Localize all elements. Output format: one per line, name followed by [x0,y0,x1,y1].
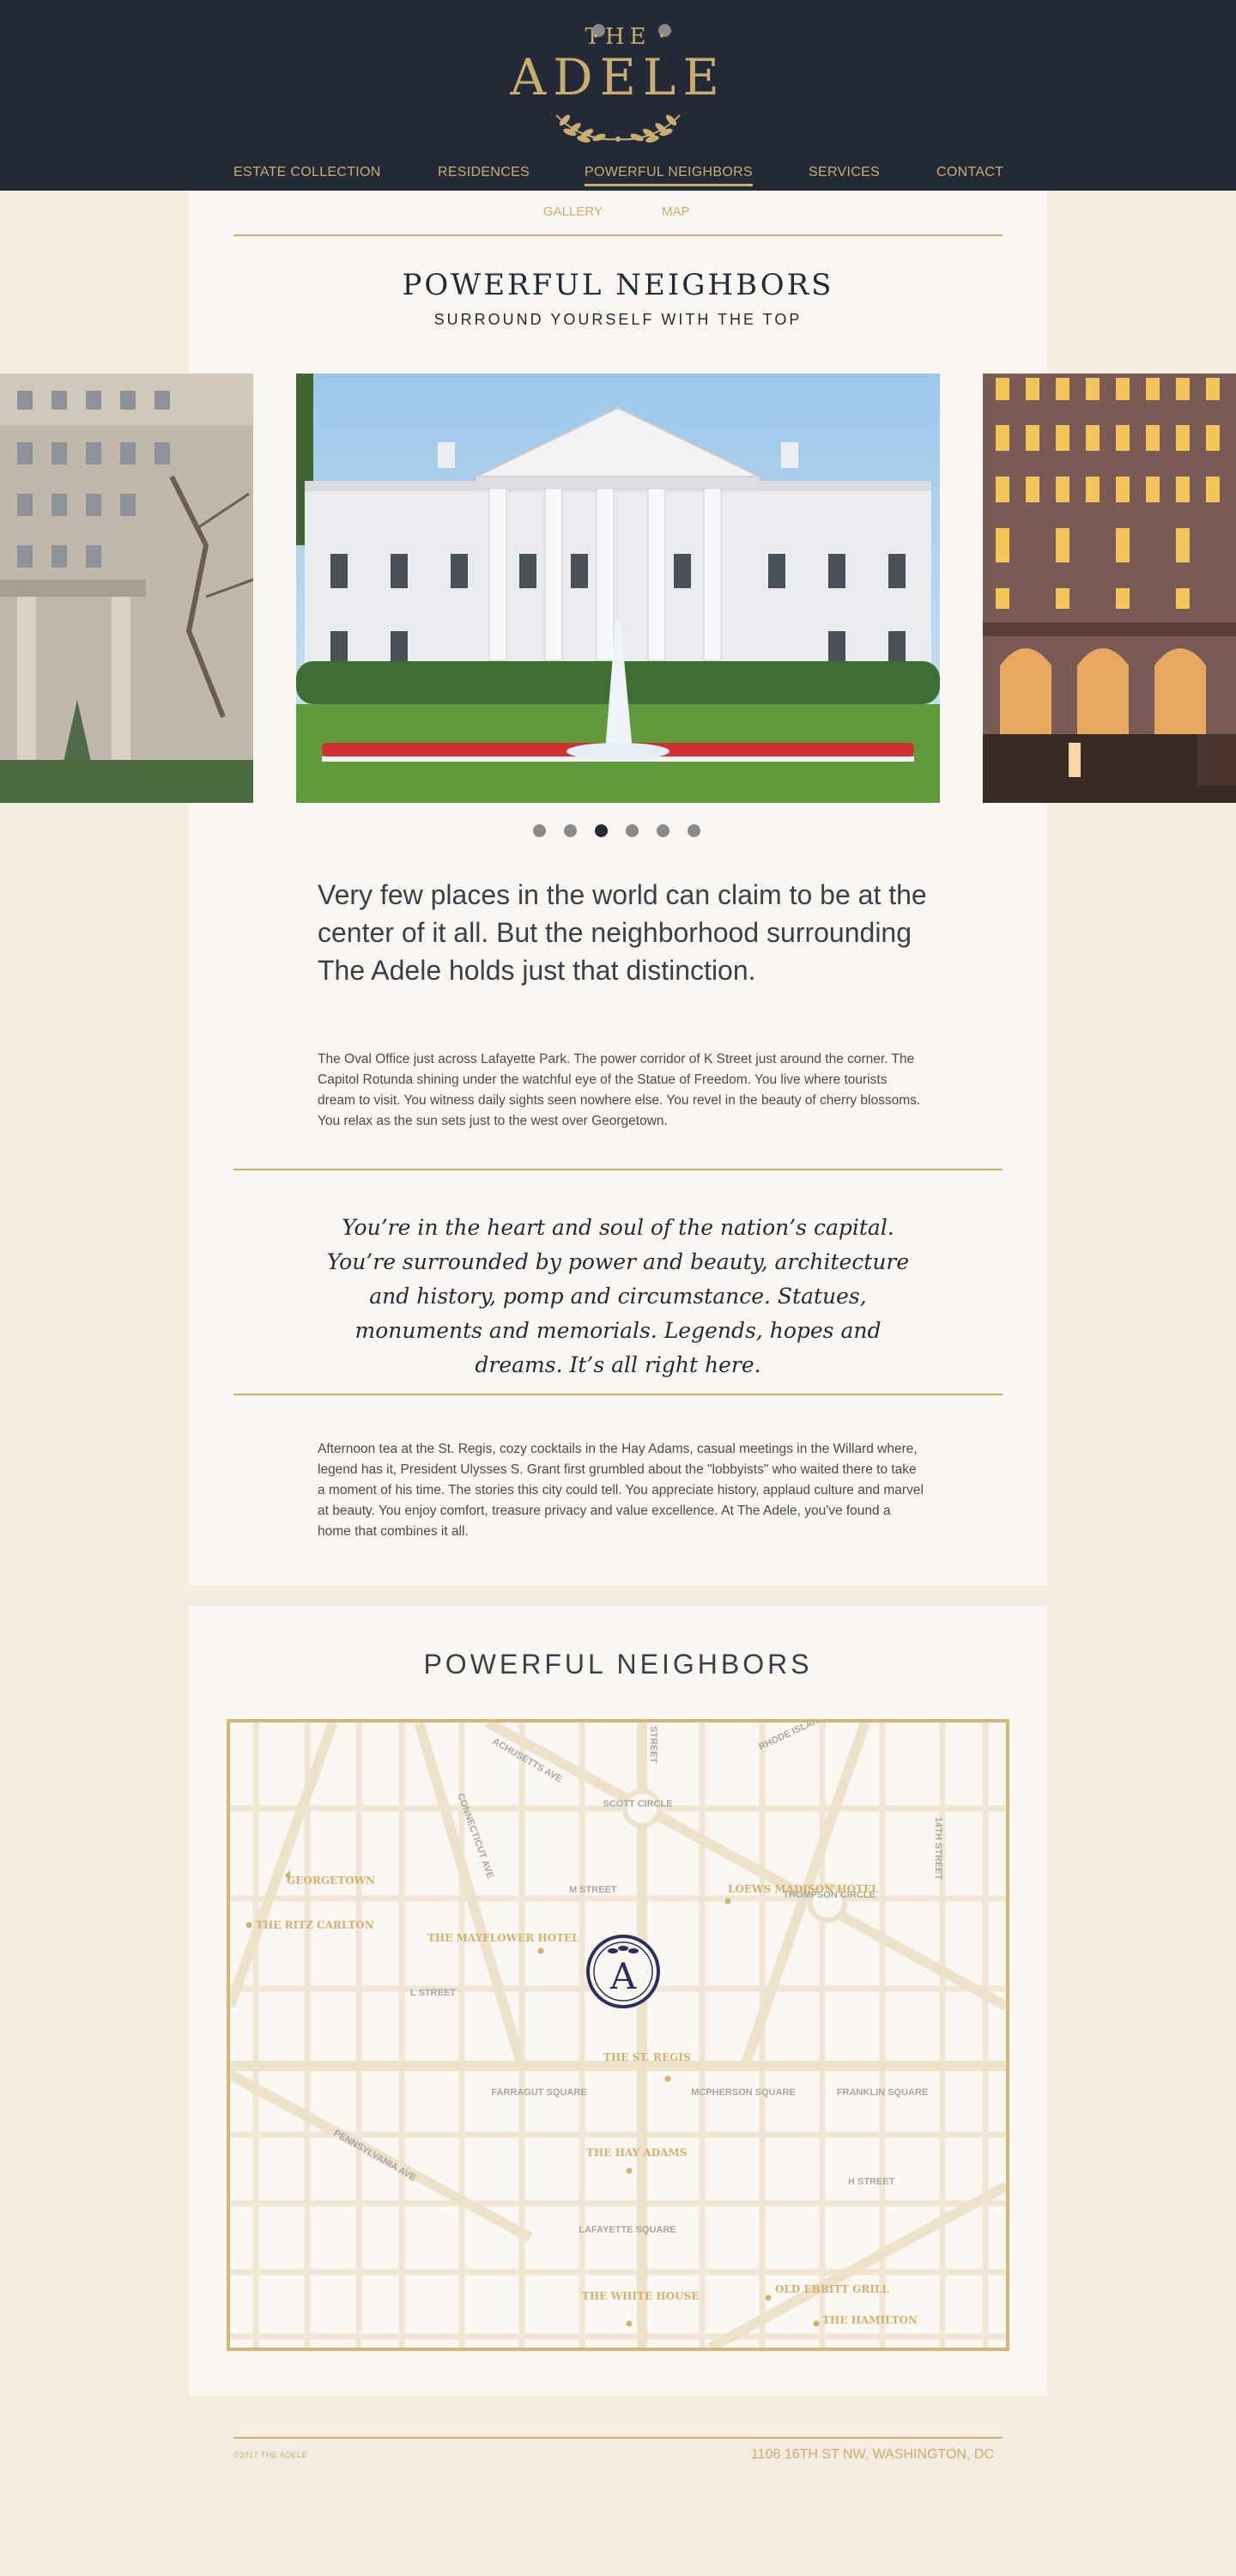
carousel-dot-active[interactable] [595,824,608,837]
carousel-slide-current[interactable] [296,374,940,803]
carousel-slide-next[interactable] [983,374,1236,803]
place-old-ebbitt: OLD EBBITT GRILL [775,2283,889,2295]
white-house-image [296,374,940,803]
hotel-night-image [983,374,1236,803]
marker-letter: A [609,1955,637,1997]
place-white-house: THE WHITE HOUSE [582,2290,699,2302]
copyright: ©2017 THE ADELE [233,2451,308,2459]
neighborhood-map[interactable]: ACHUSETTS AVE RHODE ISLAND STREET SCOTT … [227,1719,1009,2351]
nav-estate-collection[interactable]: ESTATE COLLECTION [233,165,381,180]
footer-address: 1108 16TH ST NW, WASHINGTON, DC [750,2447,994,2462]
carousel-dots [0,824,1236,838]
street-14th: 14TH STREET [933,1817,943,1880]
place-georgetown: GEORGETOWN [287,1874,375,1886]
place-dot [245,1922,252,1929]
street-rhode-island: RHODE ISLAND [757,1722,827,1753]
label-farragut: FARRAGUT SQUARE [491,2087,586,2098]
carousel-dot[interactable] [533,824,546,837]
hotel-facade-image [0,374,253,803]
place-ritz: THE RITZ CARLTON [256,1919,374,1931]
map-card: POWERFUL NEIGHBORS ACHUSETTS AVE RHODE I… [189,1606,1047,2396]
site-header: • THE • ADELE ESTATE COLLECTION RESIDENC… [0,0,1236,191]
subnav-gallery[interactable]: GALLERY [543,204,603,219]
main-nav: ESTATE COLLECTION RESIDENCES POWERFUL NE… [0,165,1236,191]
footer-divider [233,2437,1003,2439]
label-scott-circle: SCOTT CIRCLE [603,1799,672,1809]
place-dot [813,2320,820,2327]
body-paragraph-2: Afternoon tea at the St. Regis, cozy coc… [318,1442,924,1539]
lead-paragraph: Very few places in the world can claim t… [318,879,927,986]
label-lafayette: LAFAYETTE SQUARE [579,2225,676,2235]
street-m: M STREET [569,1885,617,1895]
page-subtitle: SURROUND YOURSELF WITH THE TOP [433,311,803,328]
street-l: L STREET [410,1988,456,1998]
place-dot [765,2294,772,2301]
place-st-regis: THE ST. REGIS [603,2051,691,2063]
carousel-slide-prev[interactable] [0,374,253,803]
carousel-dot[interactable] [564,824,577,837]
logo[interactable]: • THE • ADELE [0,24,1236,144]
subnav-map[interactable]: MAP [662,204,690,219]
adele-location-marker[interactable]: A [586,1935,660,2008]
place-dot [664,2075,671,2082]
pull-quote: You’re in the heart and soul of the nati… [326,1215,910,1377]
place-dot [724,1898,731,1905]
map-graphic: ACHUSETTS AVE RHODE ISLAND STREET SCOTT … [230,1722,1006,2348]
divider [233,234,1003,236]
carousel-dot[interactable] [688,824,700,837]
label-mcpherson: MCPHERSON SQUARE [691,2087,796,2098]
place-hay-adams: THE HAY ADAMS [586,2147,687,2159]
body-paragraph-1: The Oval Office just across Lafayette Pa… [318,1052,921,1128]
place-mayflower: THE MAYFLOWER HOTEL [427,1932,579,1944]
place-hamilton: THE HAMILTON [822,2314,918,2326]
place-dot [537,1947,544,1954]
logo-name: ADELE [510,48,726,106]
carousel-dot[interactable] [657,824,670,837]
place-dot [626,2320,633,2327]
nav-contact[interactable]: CONTACT [936,165,1003,180]
street-h: H STREET [848,2177,895,2187]
place-dot [626,2167,633,2174]
nav-residences[interactable]: RESIDENCES [438,165,530,180]
label-franklin: FRANKLIN SQUARE [837,2087,928,2098]
map-title: POWERFUL NEIGHBORS [423,1649,813,1680]
nav-services[interactable]: SERVICES [809,165,880,180]
street-16th: STREET [648,1726,658,1764]
divider [233,1394,1003,1395]
nav-powerful-neighbors[interactable]: POWERFUL NEIGHBORS [585,165,753,186]
carousel-dot[interactable] [626,824,639,837]
place-loews: LOEWS MADISON HOTEL [728,1883,879,1895]
laurel-icon [555,114,681,143]
divider [233,1169,1003,1170]
page-title: POWERFUL NEIGHBORS [402,268,834,302]
sub-nav: GALLERY MAP [189,204,1047,222]
